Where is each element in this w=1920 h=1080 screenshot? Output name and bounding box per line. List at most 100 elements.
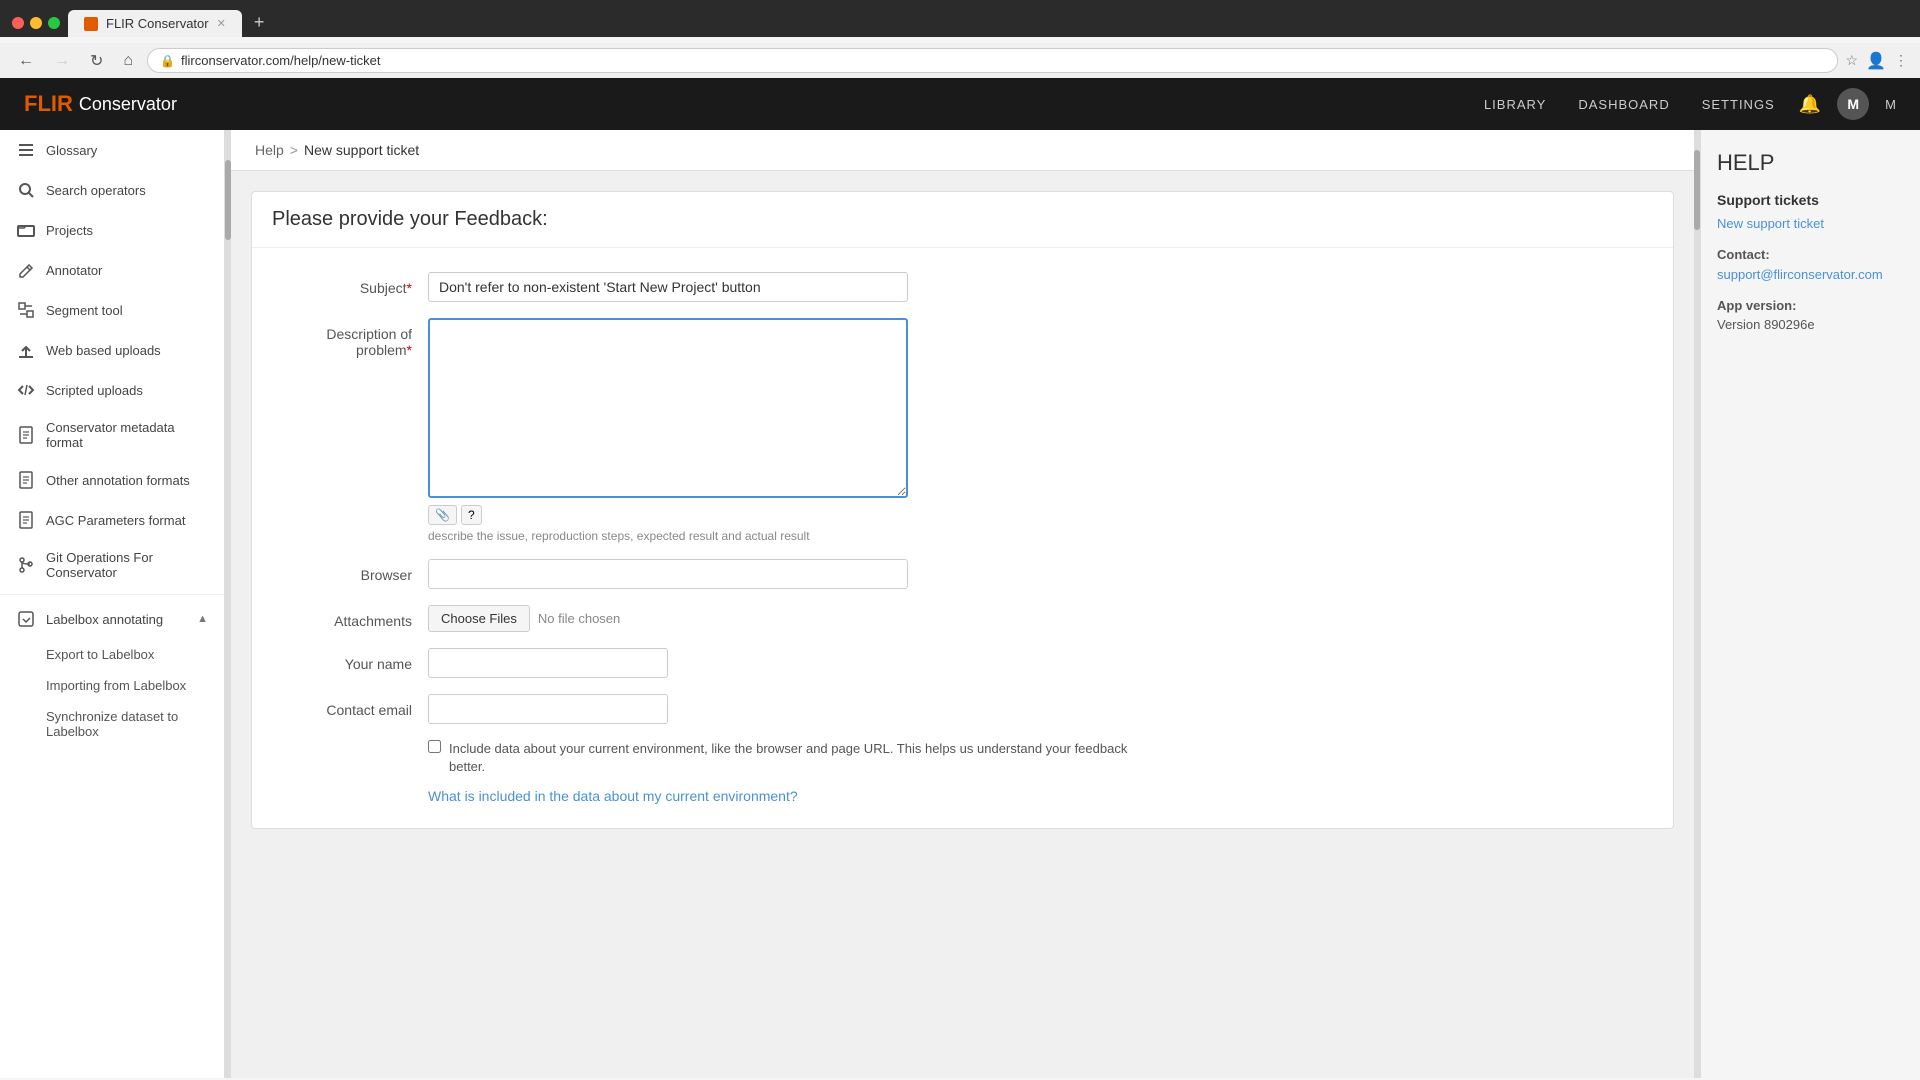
sidebar-sub-item-import-labelbox[interactable]: Importing from Labelbox: [0, 670, 224, 701]
back-button[interactable]: ←: [12, 50, 40, 72]
sidebar-item-projects[interactable]: Projects: [0, 210, 224, 250]
sidebar-sub-item-sync-labelbox[interactable]: Synchronize dataset to Labelbox: [0, 701, 224, 747]
nav-library[interactable]: LIBRARY: [1484, 97, 1546, 112]
sidebar-item-other-annotation[interactable]: Other annotation formats: [0, 460, 224, 500]
browser-control: [428, 559, 908, 589]
env-link[interactable]: What is included in the data about my cu…: [428, 788, 798, 804]
sidebar-section-labelbox[interactable]: Labelbox annotating ▲: [0, 599, 224, 639]
content-area: Glossary Search operators: [0, 130, 1920, 1078]
upload-icon: [16, 340, 36, 360]
breadcrumb: Help > New support ticket: [231, 130, 1694, 171]
feedback-form: Subject* Description of problem*: [252, 248, 1673, 828]
env-checkbox-row: Include data about your current environm…: [428, 740, 1653, 776]
sidebar-item-search-operators[interactable]: Search operators: [0, 170, 224, 210]
form-row-your-name: Your name: [272, 648, 1653, 678]
attachments-label: Attachments: [272, 605, 412, 629]
profile-icon[interactable]: 👤: [1866, 51, 1886, 71]
main-content: Please provide your Feedback: Subject*: [231, 171, 1694, 1078]
sidebar-item-web-uploads[interactable]: Web based uploads: [0, 330, 224, 370]
sidebar: Glossary Search operators: [0, 130, 225, 1078]
your-name-input[interactable]: [428, 648, 668, 678]
sidebar-item-annotator[interactable]: Annotator: [0, 250, 224, 290]
file-input-row: Choose Files No file chosen: [428, 605, 908, 632]
sidebar-label-projects: Projects: [46, 223, 93, 238]
user-name[interactable]: M: [1885, 97, 1896, 112]
edit-icon: [16, 260, 36, 280]
help-panel: HELP Support tickets New support ticket …: [1700, 130, 1920, 1078]
your-name-label: Your name: [272, 648, 412, 672]
tab-close-button[interactable]: ✕: [217, 17, 226, 30]
subject-control: [428, 272, 908, 302]
sidebar-sub-label-sync: Synchronize dataset to Labelbox: [46, 709, 178, 739]
window-close-button[interactable]: [12, 17, 24, 29]
description-control: 📎 ? describe the issue, reproduction ste…: [428, 318, 908, 543]
header-right: 🔔 M M: [1799, 88, 1896, 120]
nav-dashboard[interactable]: DASHBOARD: [1578, 97, 1669, 112]
breadcrumb-separator: >: [290, 142, 298, 158]
help-app-version-label: App version:: [1717, 298, 1904, 313]
sidebar-scrollbar-thumb[interactable]: [225, 160, 231, 240]
avatar[interactable]: M: [1837, 88, 1869, 120]
sidebar-item-segment-tool[interactable]: Segment tool: [0, 290, 224, 330]
breadcrumb-current: New support ticket: [304, 142, 419, 158]
window-minimize-button[interactable]: [30, 17, 42, 29]
sidebar-label-conservator-metadata: Conservator metadata format: [46, 420, 208, 450]
browser-input[interactable]: [428, 559, 908, 589]
list-icon: [16, 140, 36, 160]
code-icon: [16, 380, 36, 400]
security-icon: 🔒: [160, 54, 175, 68]
doc-icon: [16, 425, 36, 445]
env-checkbox-label: Include data about your current environm…: [449, 740, 1129, 776]
form-row-subject: Subject*: [272, 272, 1653, 302]
help-new-support-ticket-link[interactable]: New support ticket: [1717, 216, 1904, 231]
menu-icon[interactable]: ⋮: [1894, 52, 1908, 69]
app-nav: LIBRARY DASHBOARD SETTINGS: [1484, 97, 1775, 112]
env-checkbox[interactable]: [428, 740, 441, 753]
forward-button[interactable]: →: [48, 50, 76, 72]
main-scrollbar: [1694, 130, 1700, 1078]
choose-files-button[interactable]: Choose Files: [428, 605, 530, 632]
contact-email-control: [428, 694, 908, 724]
sidebar-sub-label-import: Importing from Labelbox: [46, 678, 186, 693]
reload-button[interactable]: ↻: [84, 49, 109, 73]
subject-input[interactable]: [428, 272, 908, 302]
new-tab-button[interactable]: +: [246, 8, 273, 37]
app: FLIR Conservator LIBRARY DASHBOARD SETTI…: [0, 78, 1920, 1078]
sidebar-item-agc-parameters[interactable]: AGC Parameters format: [0, 500, 224, 540]
home-button[interactable]: ⌂: [117, 50, 139, 72]
sidebar-label-search-operators: Search operators: [46, 183, 146, 198]
bookmark-icon[interactable]: ☆: [1846, 52, 1859, 69]
search-icon: [16, 180, 36, 200]
url-bar[interactable]: 🔒 flirconservator.com/help/new-ticket: [147, 48, 1837, 73]
url-text: flirconservator.com/help/new-ticket: [181, 53, 380, 68]
breadcrumb-help-link[interactable]: Help: [255, 142, 284, 158]
browser-tab-active[interactable]: FLIR Conservator ✕: [68, 10, 242, 37]
textarea-toolbar: 📎 ?: [428, 505, 908, 525]
description-hint: describe the issue, reproduction steps, …: [428, 529, 908, 543]
help-contact-email[interactable]: support@flirconservator.com: [1717, 267, 1883, 282]
sidebar-scrollbar: [225, 130, 231, 1078]
notification-icon[interactable]: 🔔: [1799, 94, 1821, 115]
tab-bar: FLIR Conservator ✕ +: [68, 8, 272, 37]
description-textarea[interactable]: [428, 318, 908, 498]
labelbox-icon: [16, 609, 36, 629]
nav-settings[interactable]: SETTINGS: [1702, 97, 1775, 112]
feedback-header: Please provide your Feedback:: [252, 192, 1673, 248]
window-maximize-button[interactable]: [48, 17, 60, 29]
sidebar-item-glossary[interactable]: Glossary: [0, 130, 224, 170]
help-button[interactable]: ?: [461, 505, 482, 525]
chevron-up-icon: ▲: [197, 613, 208, 625]
main-scrollbar-thumb[interactable]: [1694, 150, 1700, 230]
sidebar-sub-item-export-labelbox[interactable]: Export to Labelbox: [0, 639, 224, 670]
sidebar-item-git-operations[interactable]: Git Operations For Conservator: [0, 540, 224, 590]
sidebar-label-git-operations: Git Operations For Conservator: [46, 550, 208, 580]
sidebar-item-scripted-uploads[interactable]: Scripted uploads: [0, 370, 224, 410]
main-pane: Help > New support ticket Please provide…: [231, 130, 1694, 1078]
attach-button[interactable]: 📎: [428, 505, 457, 525]
description-label: Description of problem*: [272, 318, 412, 358]
sidebar-label-web-uploads: Web based uploads: [46, 343, 161, 358]
other-annotation-icon: [16, 470, 36, 490]
contact-email-input[interactable]: [428, 694, 668, 724]
segment-tool-icon: [16, 300, 36, 320]
sidebar-item-conservator-metadata[interactable]: Conservator metadata format: [0, 410, 224, 460]
